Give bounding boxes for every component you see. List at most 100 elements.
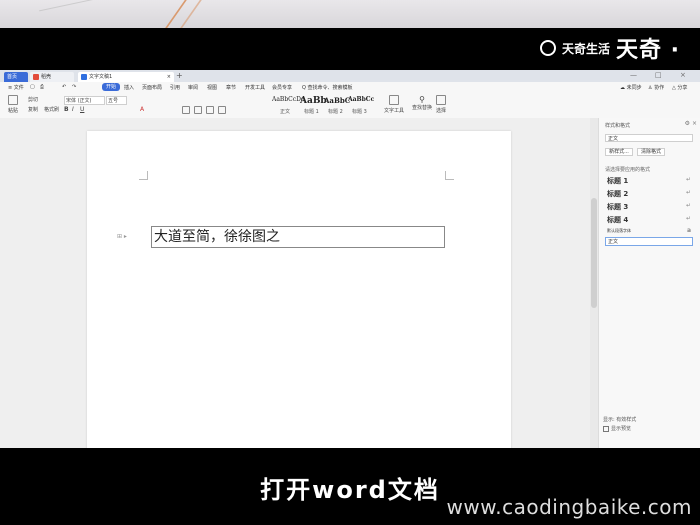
style-heading-2[interactable]: AaBbC 标题 2 — [324, 96, 351, 115]
style-heading-3[interactable]: AaBbCc 标题 3 — [348, 96, 374, 115]
close-icon[interactable]: × — [167, 72, 171, 82]
bold-button[interactable]: B — [64, 106, 69, 113]
align-right-icon[interactable] — [206, 106, 214, 116]
scrollbar-thumb[interactable] — [591, 198, 597, 308]
logo-brand-big: 天奇 · — [615, 38, 680, 63]
physical-background — [0, 0, 700, 28]
text-tools-button[interactable]: 文字工具 — [384, 95, 404, 114]
magnifier-icon: ⚲ — [419, 95, 425, 104]
new-style-button[interactable]: 新样式... — [605, 148, 633, 156]
underline-button[interactable]: U — [80, 106, 84, 113]
align-center-icon[interactable] — [194, 106, 202, 116]
new-tab-button[interactable]: + — [176, 71, 183, 80]
paragraph-handle-icon[interactable]: ⊞ ▸ — [117, 233, 127, 240]
document-page: ⊞ ▸ 大道至简，徐徐图之 — [87, 131, 511, 448]
paste-label: 粘贴 — [8, 108, 19, 114]
menu-undo-icon[interactable]: ↶ — [62, 84, 66, 90]
style-preview: AaBb — [300, 96, 327, 106]
logo-icon — [539, 40, 556, 56]
menu-dev-tools[interactable]: 开发工具 — [245, 84, 265, 91]
sync-status[interactable]: ☁ 未同步 — [620, 84, 642, 91]
watermark-url: www.caodingbaike.com — [446, 495, 692, 519]
return-icon: ↵ — [685, 176, 691, 183]
style-item-heading-4[interactable]: 标题 4 — [607, 215, 628, 225]
maximize-button[interactable]: □ — [655, 71, 662, 79]
menu-file[interactable]: ≡ 文件 — [8, 84, 24, 91]
margin-corner-mark — [139, 171, 148, 180]
select-icon — [436, 95, 446, 105]
menu-start[interactable]: 开始 — [102, 83, 121, 91]
checkbox-icon — [603, 425, 609, 432]
tab-docer[interactable]: 稻壳 — [30, 72, 74, 82]
font-size-select[interactable]: 五号 — [106, 96, 127, 105]
clear-format-button[interactable]: 清除格式 — [637, 148, 665, 156]
collaborate-button[interactable]: ♙ 协作 — [648, 84, 664, 91]
align-glyph — [194, 106, 202, 114]
return-icon: ↵ — [685, 202, 691, 209]
logo-brand-cn: 天奇生活 — [561, 41, 610, 56]
vertical-scrollbar[interactable] — [590, 118, 598, 448]
document-text[interactable]: 大道至简，徐徐图之 — [151, 226, 445, 248]
style-label: 标题 2 — [328, 109, 343, 115]
style-item-heading-3[interactable]: 标题 3 — [607, 202, 628, 212]
text-tools-icon — [389, 95, 399, 105]
copy-button[interactable]: 复制 — [28, 106, 38, 113]
style-normal[interactable]: AaBbCcDd 正文 — [272, 96, 305, 115]
text-tools-label: 文字工具 — [384, 108, 405, 114]
current-style-field[interactable]: 正文 — [605, 134, 693, 142]
select-button[interactable]: 选择 — [436, 95, 446, 114]
panel-controls[interactable]: ⚙ × — [685, 120, 697, 127]
menu-save-icon[interactable]: ▢ — [30, 84, 35, 90]
menu-bar: ≡ 文件 ▢ ⎙ ↶ ↷ 开始 插入 页面布局 引用 审阅 视图 章节 开发工具… — [0, 82, 700, 93]
style-item-heading-2[interactable]: 标题 2 — [607, 189, 628, 199]
monitor-screen: 首页 稻壳 文字文稿1 × + — □ × ≡ 文件 ▢ ⎙ ↶ ↷ 开始 插入 … — [0, 70, 700, 448]
share-button[interactable]: △ 分享 — [672, 84, 687, 91]
return-icon: ↵ — [685, 215, 691, 222]
align-glyph — [218, 106, 226, 114]
tab-label: 稻壳 — [41, 74, 52, 80]
paste-button[interactable]: 粘贴 — [8, 95, 18, 114]
format-painter-button[interactable]: 格式刷 — [44, 106, 59, 113]
show-preview-checkbox[interactable]: 显示预览 — [603, 425, 631, 432]
document-workspace: ⊞ ▸ 大道至简，徐徐图之 — [0, 118, 600, 448]
align-glyph — [206, 106, 214, 114]
menu-review[interactable]: 审阅 — [188, 84, 198, 91]
italic-button[interactable]: I — [72, 106, 74, 113]
menu-redo-icon[interactable]: ↷ — [72, 84, 76, 90]
style-item-heading-1[interactable]: 标题 1 — [607, 176, 628, 186]
select-label: 选择 — [436, 108, 447, 114]
menu-member[interactable]: 会员专享 — [272, 84, 292, 91]
menu-page-layout[interactable]: 页面布局 — [142, 84, 162, 91]
background-mark — [39, 0, 101, 26]
menu-insert[interactable]: 插入 — [124, 84, 134, 91]
style-panel: 样式和格式 ⚙ × 正文 新样式... 清除格式 请选择要应用的格式 标题 1 … — [598, 118, 700, 448]
margin-corner-mark — [445, 171, 454, 180]
font-name-select[interactable]: 宋体 (正文) — [64, 96, 105, 105]
justify-icon[interactable] — [218, 106, 226, 116]
char-style-icon: a — [686, 227, 691, 234]
tab-document[interactable]: 文字文稿1 × — [78, 72, 174, 82]
align-left-icon[interactable] — [182, 106, 190, 116]
show-filter-select[interactable]: 显示: 有效样式 — [603, 416, 636, 423]
find-replace-button[interactable]: ⚲ 查找替换 — [412, 95, 432, 111]
tab-label: 文字文稿1 — [89, 74, 113, 80]
style-item-default-font[interactable]: 默认段落字体 — [607, 228, 631, 234]
style-item-normal-selected[interactable]: 正文 — [605, 237, 693, 246]
close-window-button[interactable]: × — [680, 71, 686, 79]
menu-print-icon[interactable]: ⎙ — [40, 84, 44, 90]
checkbox-label: 显示预览 — [611, 426, 632, 432]
style-preview: AaBbC — [324, 96, 351, 105]
style-heading-1[interactable]: AaBb 标题 1 — [300, 96, 327, 115]
style-label: 正文 — [280, 109, 291, 115]
minimize-button[interactable]: — — [630, 71, 637, 79]
command-search[interactable]: Q 查找命令、搜索模板 — [302, 84, 353, 91]
tab-home[interactable]: 首页 — [4, 72, 28, 82]
menu-view[interactable]: 视图 — [207, 84, 217, 91]
cut-button[interactable]: 剪切 — [28, 96, 38, 103]
align-glyph — [182, 106, 190, 114]
style-label: 标题 3 — [352, 109, 367, 115]
menu-reference[interactable]: 引用 — [170, 84, 180, 91]
font-color-button[interactable]: A — [140, 106, 144, 113]
menu-section[interactable]: 章节 — [226, 84, 236, 91]
section-label: 请选择要应用的格式 — [605, 167, 651, 173]
